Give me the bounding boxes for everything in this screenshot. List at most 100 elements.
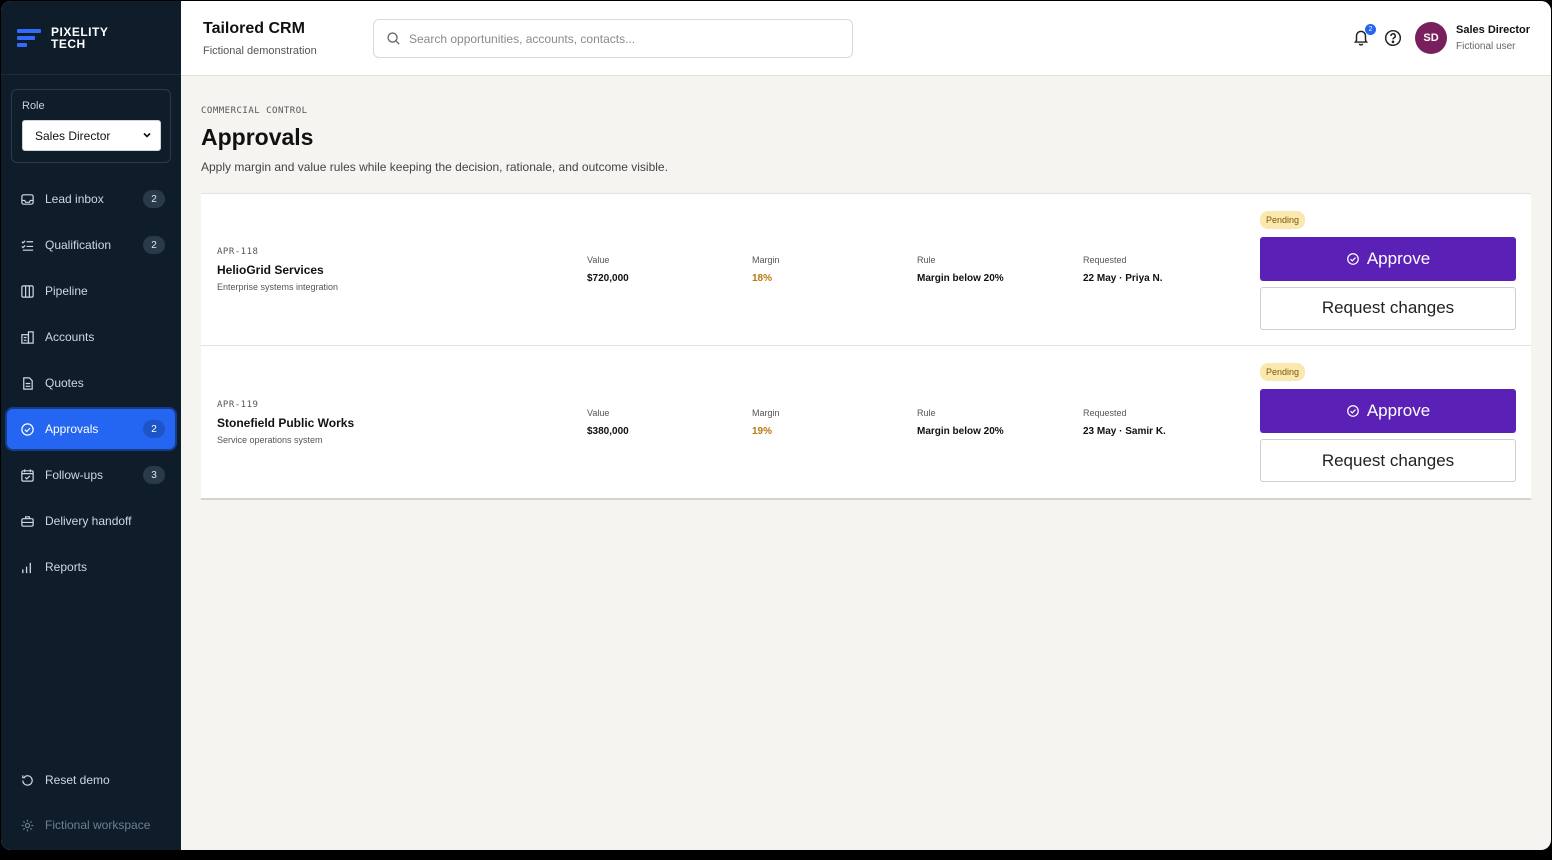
sidebar-item-label: Lead inbox [45,192,104,206]
logo-icon [17,27,41,49]
user-role: Fictional user [1456,41,1516,52]
count-badge: 3 [143,466,165,484]
user-info[interactable]: Sales Director Fictional user [1456,24,1530,52]
margin-value: 19% [752,425,773,437]
page-title: Approvals [201,124,314,150]
top-bar: Tailored CRM Fictional demonstration Sea… [181,1,1551,76]
approval-row: APR-119 Stonefield Public Works Service … [201,346,1531,498]
value-amount: $380,000 [587,425,629,437]
search-placeholder: Search opportunities, accounts, contacts… [409,31,636,46]
approvals-page: COMMERCIAL CONTROL Approvals Apply margi… [181,76,1551,500]
role-select[interactable]: Sales Director [22,120,161,151]
sidebar-item-label: Delivery handoff [45,514,132,528]
value-label: Value [587,407,610,418]
requested-value: 23 May · Samir K. [1083,425,1166,437]
sidebar-item-lead-inbox[interactable]: Lead inbox 2 [7,179,175,219]
account-name[interactable]: Stonefield Public Works [217,416,587,430]
approval-id: APR-118 [217,247,259,257]
sidebar-item-label: Quotes [45,376,84,390]
bar-chart-icon [19,559,35,575]
approval-summary: APR-118 HelioGrid Services Enterprise sy… [217,247,587,292]
gear-icon [19,817,35,833]
request-changes-button[interactable]: Request changes [1260,286,1516,330]
app-subtitle: Fictional demonstration [203,44,317,57]
approval-id: APR-119 [217,399,259,410]
count-badge: 2 [143,190,165,208]
search-icon [386,31,401,46]
workspace-label: Fictional workspace [7,805,175,845]
sidebar-item-qualification[interactable]: Qualification 2 [7,225,175,265]
rule-cell: Rule Margin below 20% [917,255,1083,284]
inbox-icon [19,191,35,207]
project-name: Enterprise systems integration [217,282,339,292]
role-panel: Role Sales Director [11,89,171,163]
approve-button[interactable]: Approve [1260,236,1516,281]
user-name: Sales Director [1456,24,1530,36]
requested-cell: Requested 22 May · Priya N. [1083,255,1259,284]
status-badge: Pending [1260,210,1306,229]
sidebar-item-delivery-handoff[interactable]: Delivery handoff [7,501,175,541]
building-icon [19,329,35,345]
sidebar-item-label: Follow-ups [45,468,104,482]
requested-cell: Requested 23 May · Samir K. [1083,408,1259,437]
columns-icon [19,283,35,299]
sidebar-item-label: Pipeline [45,284,88,298]
notification-count: 2 [1365,24,1377,35]
sidebar-item-label: Reports [45,560,88,574]
sidebar-item-follow-ups[interactable]: Follow-ups 3 [7,455,175,495]
margin-value: 18% [752,273,773,284]
brand-name: PIXELITY TECH [51,24,109,51]
margin-label: Margin [752,255,780,265]
role-label: Role [22,100,45,112]
margin-cell: Margin 19% [752,408,917,437]
brand[interactable]: PIXELITY TECH [1,1,181,75]
sidebar-item-approvals[interactable]: Approvals 2 [7,409,175,449]
margin-label: Margin [752,407,780,418]
requested-label: Requested [1083,255,1127,265]
approval-row: APR-118 HelioGrid Services Enterprise sy… [201,194,1531,346]
sidebar-item-reports[interactable]: Reports [7,547,175,587]
help-button[interactable] [1384,29,1402,47]
app-heading: Tailored CRM Fictional demonstration [203,20,317,57]
check-circle-icon [19,421,35,437]
header-actions: 2 SD Sales Director Fictional user [1352,22,1530,54]
approval-actions: Pending Approve Request changes [1260,210,1516,330]
page-eyebrow: COMMERCIAL CONTROL [201,106,308,116]
value-label: Value [587,255,610,265]
value-cell: Value $380,000 [587,408,752,437]
chevron-down-icon [142,129,152,143]
main-area: Tailored CRM Fictional demonstration Sea… [181,1,1551,850]
rule-label: Rule [917,255,936,265]
sidebar-footer: Reset demo Fictional workspace [1,760,181,850]
sidebar-item-label: Approvals [45,422,99,436]
approval-summary: APR-119 Stonefield Public Works Service … [217,400,587,445]
workspace-text: Fictional workspace [45,818,151,832]
requested-label: Requested [1083,407,1127,418]
request-changes-button[interactable]: Request changes [1260,439,1516,482]
approvals-list: APR-118 HelioGrid Services Enterprise sy… [201,193,1531,500]
count-badge: 2 [143,236,165,254]
sidebar-item-accounts[interactable]: Accounts [7,317,175,357]
avatar[interactable]: SD [1415,22,1448,54]
sidebar-nav: Lead inbox 2 Qualification 2 Pipeline Ac… [1,179,181,587]
value-cell: Value $720,000 [587,255,752,284]
app-title: Tailored CRM [203,19,305,37]
role-select-value: Sales Director [35,128,111,143]
search-input[interactable]: Search opportunities, accounts, contacts… [373,19,853,58]
approve-label: Approve [1366,401,1431,420]
app-window: PIXELITY TECH Role Sales Director Lead in… [1,1,1551,850]
briefcase-icon [19,513,35,529]
approve-button[interactable]: Approve [1260,389,1516,433]
rule-label: Rule [917,407,936,418]
notifications-button[interactable]: 2 [1352,24,1377,48]
sidebar-item-label: Qualification [45,238,112,252]
rule-value: Margin below 20% [917,273,1004,284]
account-name[interactable]: HelioGrid Services [217,263,587,277]
sidebar-item-pipeline[interactable]: Pipeline [7,271,175,311]
sidebar-item-label: Accounts [45,330,95,344]
checklist-icon [19,237,35,253]
reset-icon [19,772,35,788]
approve-label: Approve [1366,248,1431,268]
reset-demo-button[interactable]: Reset demo [7,760,175,800]
sidebar-item-quotes[interactable]: Quotes [7,363,175,403]
